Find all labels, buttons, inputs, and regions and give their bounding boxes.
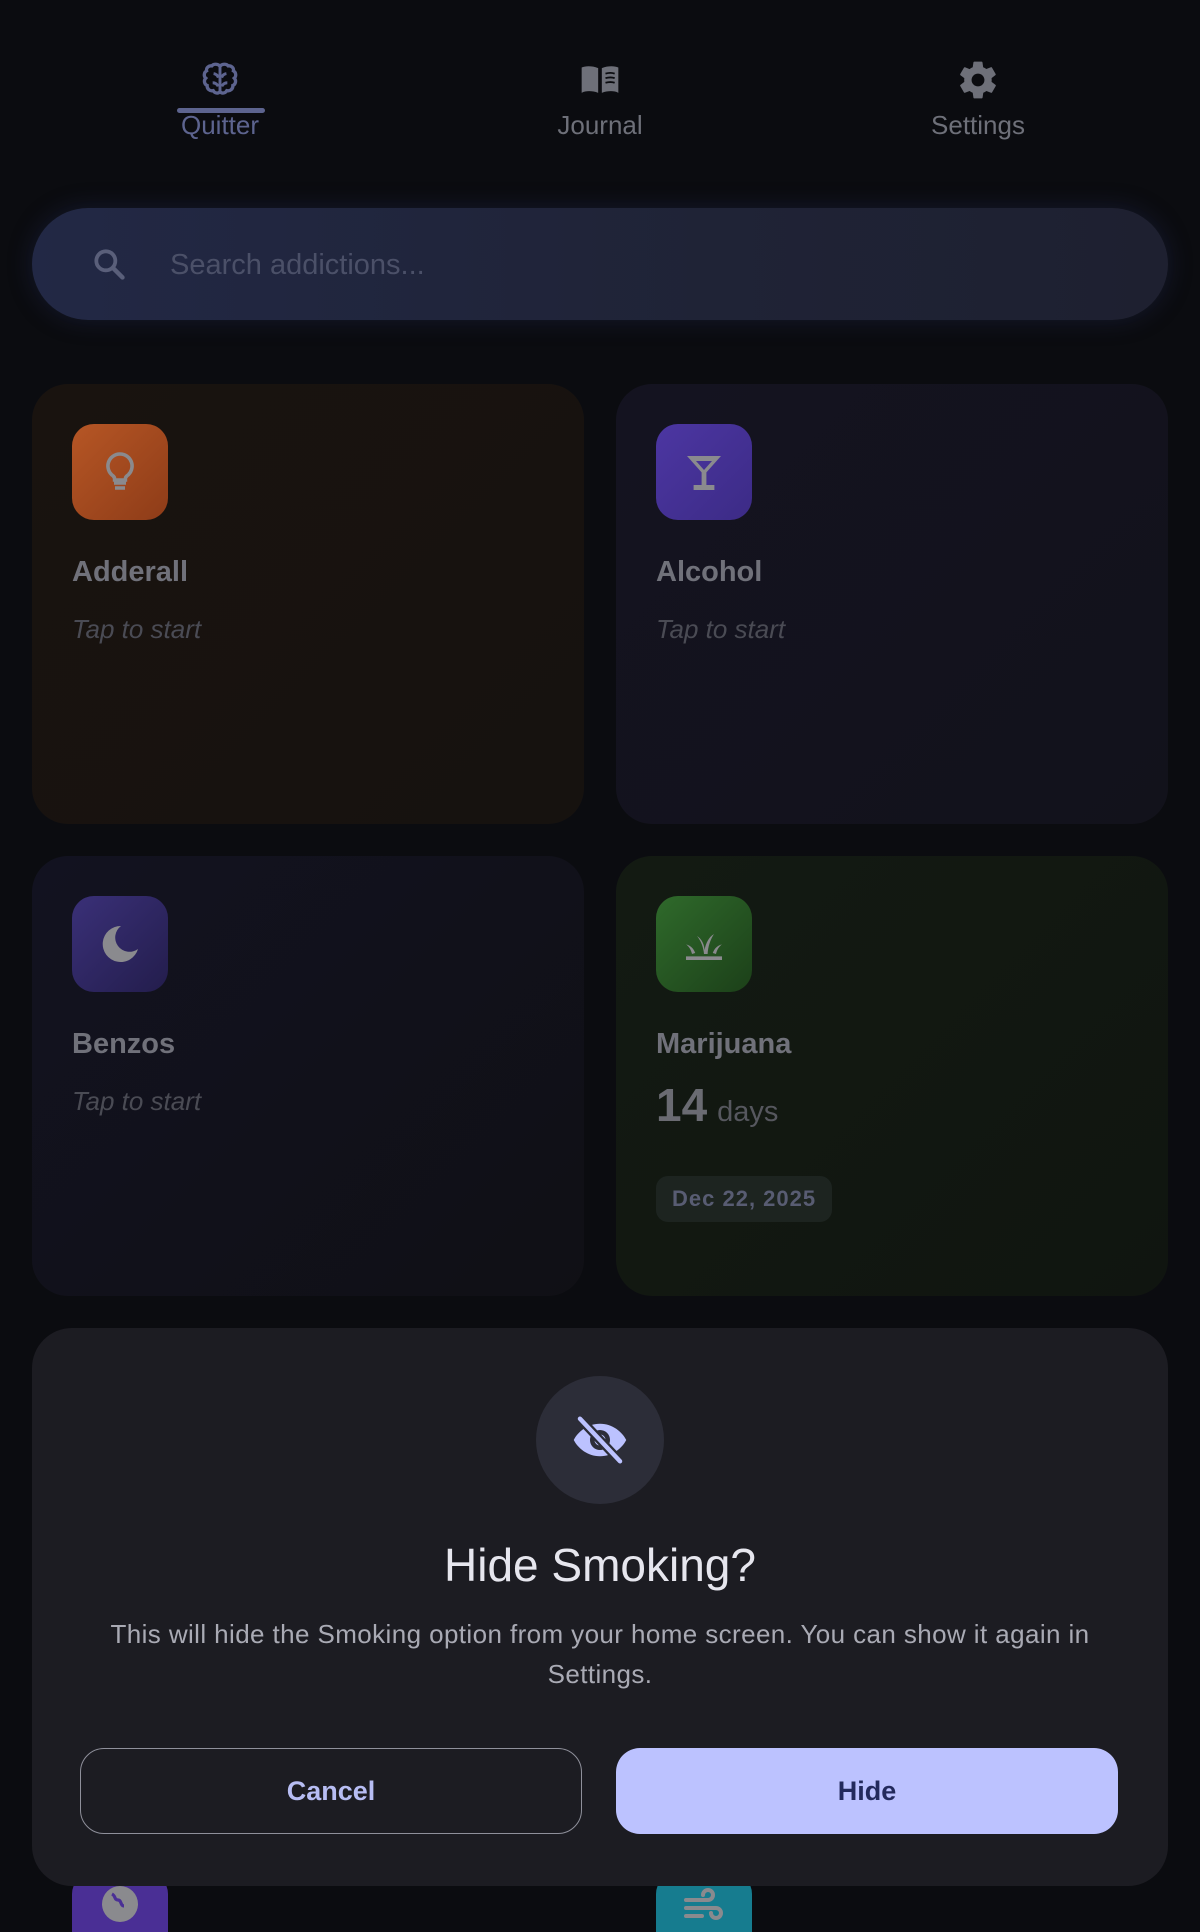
streak-counter: 14 days (656, 1078, 778, 1132)
addiction-card-alcohol[interactable]: Alcohol Tap to start (616, 384, 1168, 824)
card-title: Alcohol (656, 556, 763, 588)
hide-button[interactable]: Hide (616, 1748, 1118, 1834)
tab-settings[interactable]: Settings (868, 58, 1088, 141)
addiction-card-marijuana[interactable]: Marijuana 14 days Dec 22, 2025 (616, 856, 1168, 1296)
dialog-title: Hide Smoking? (444, 1539, 756, 1591)
search-input[interactable] (168, 208, 1132, 322)
gear-icon (960, 61, 996, 99)
tab-label: Journal (557, 110, 643, 140)
lightbulb-icon (106, 452, 134, 490)
plant-icon (686, 934, 722, 960)
dialog-icon-circle (536, 1376, 664, 1504)
eye-off-icon (573, 1414, 627, 1466)
streak-days-number: 14 (656, 1079, 708, 1131)
search-icon (94, 249, 125, 280)
streak-days-unit: days (717, 1096, 779, 1128)
tab-label: Quitter (180, 110, 260, 140)
globe-icon (102, 1886, 138, 1922)
card-status: Tap to start (72, 1086, 202, 1116)
addiction-card-benzos[interactable]: Benzos Tap to start (32, 856, 584, 1296)
card-icon-tile (656, 896, 752, 992)
moon-icon (102, 925, 138, 962)
card-status: Tap to start (72, 614, 202, 644)
search-bar[interactable] (32, 208, 1168, 322)
card-title: Marijuana (656, 1028, 792, 1060)
card-icon-tile (656, 424, 752, 520)
book-icon (581, 66, 619, 93)
dialog-message: This will hide the Smoking option from y… (110, 1619, 1090, 1689)
top-navigation: Quitter Journal Settings (0, 0, 1200, 170)
addiction-card-adderall[interactable]: Adderall Tap to start (32, 384, 584, 824)
cocktail-icon (687, 456, 721, 490)
card-icon-tile (72, 424, 168, 520)
brain-icon (202, 62, 238, 95)
tab-label: Settings (931, 110, 1025, 140)
smoke-icon (684, 1888, 723, 1920)
card-title: Adderall (72, 556, 189, 588)
hide-confirmation-dialog: Hide Smoking? This will hide the Smoking… (32, 1328, 1168, 1886)
tab-journal[interactable]: Journal (490, 58, 710, 141)
card-title: Benzos (72, 1028, 176, 1060)
card-icon-tile (72, 896, 168, 992)
card-status: Tap to start (656, 614, 786, 644)
active-tab-indicator (177, 108, 265, 113)
start-date-badge: Dec 22, 2025 (656, 1176, 833, 1222)
tab-quitter[interactable]: Quitter (110, 58, 330, 141)
cancel-button[interactable]: Cancel (80, 1748, 582, 1834)
